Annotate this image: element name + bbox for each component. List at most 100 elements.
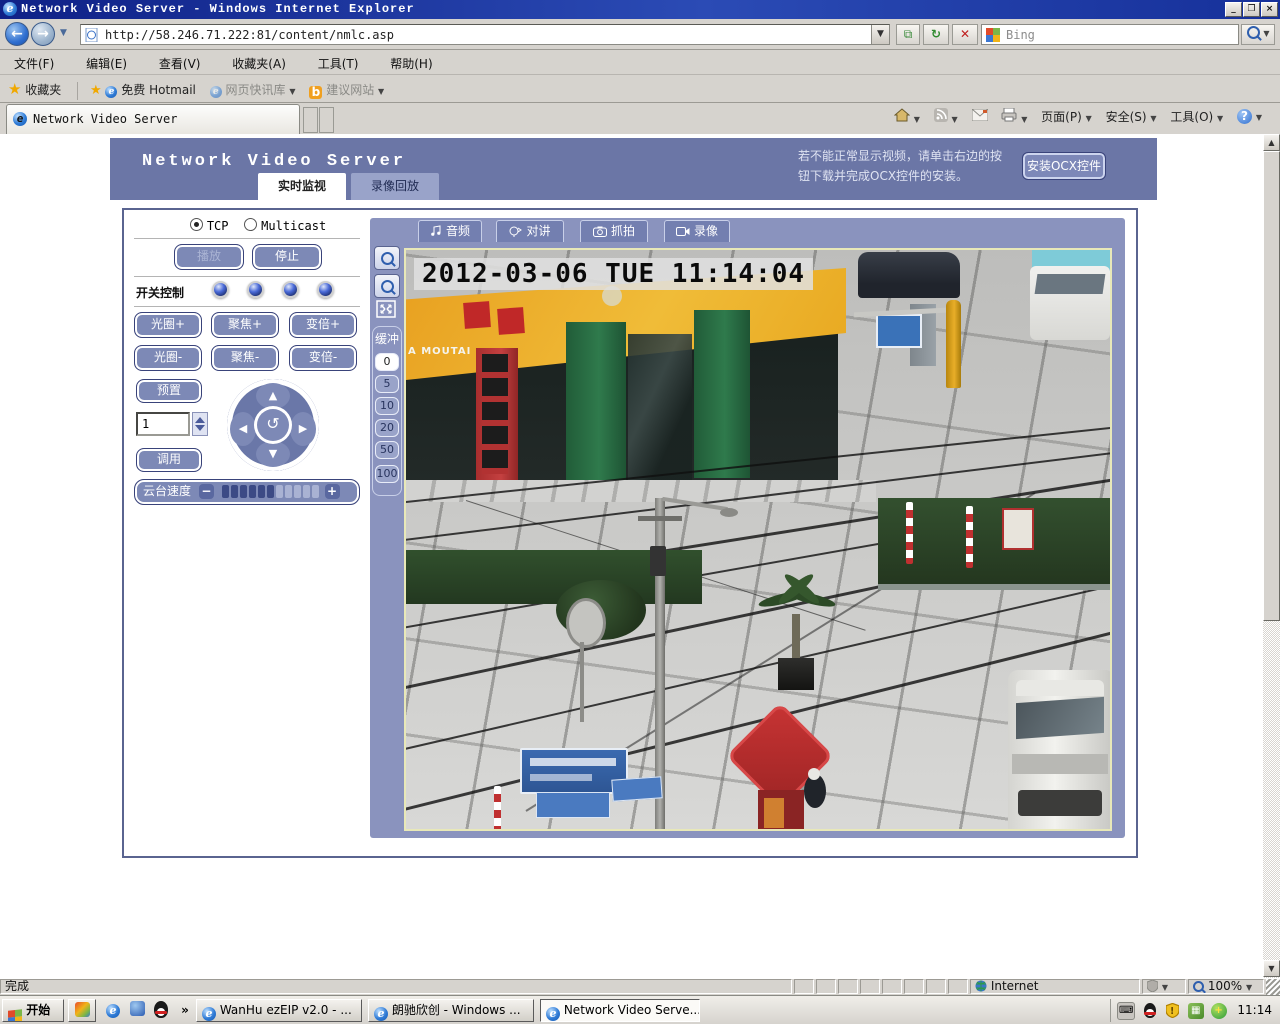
tab-talk[interactable]: 对讲: [496, 220, 564, 242]
tools-menu[interactable]: 工具(O) ▼: [1170, 108, 1223, 125]
back-button[interactable]: ←: [5, 22, 29, 46]
page-menu[interactable]: 页面(P) ▼: [1041, 108, 1092, 125]
focus-minus-button[interactable]: 聚焦-: [211, 345, 279, 371]
refresh-button[interactable]: ↻: [923, 24, 949, 45]
help-button[interactable]: ? ▼: [1237, 109, 1262, 124]
preset-spinner[interactable]: [192, 412, 208, 436]
feeds-button[interactable]: ▼: [934, 108, 958, 125]
tab-playback[interactable]: 录像回放: [351, 173, 439, 200]
tab-live-monitor[interactable]: 实时监视: [258, 173, 346, 200]
menu-file[interactable]: 文件(F): [0, 50, 68, 72]
tab-record[interactable]: 录像: [664, 220, 730, 242]
focus-plus-button[interactable]: 聚焦+: [211, 312, 279, 338]
address-field[interactable]: http://58.246.71.222:81/content/nmlc.asp…: [80, 24, 890, 45]
buffer-50[interactable]: 50: [375, 441, 399, 459]
scroll-up-icon[interactable]: ▲: [1263, 134, 1280, 151]
add-favorite-icon[interactable]: ★: [90, 83, 102, 98]
ptz-up-button[interactable]: ▲: [256, 383, 290, 409]
protected-mode-cell[interactable]: ▼: [1142, 979, 1186, 994]
menu-help[interactable]: 帮助(H): [376, 50, 446, 72]
switch-led-1[interactable]: [212, 281, 229, 298]
safety-menu[interactable]: 安全(S) ▼: [1106, 108, 1157, 125]
suggested-dropdown-icon[interactable]: ▼: [378, 87, 384, 96]
stop-button-ctrl[interactable]: 停止: [252, 244, 322, 270]
menu-favorites[interactable]: 收藏夹(A): [218, 50, 300, 72]
spinner-down-icon[interactable]: [195, 425, 205, 431]
zoom-cell[interactable]: 100% ▼: [1188, 979, 1264, 994]
scroll-thumb[interactable]: [1263, 151, 1280, 621]
quicklaunch-ie-icon[interactable]: e: [104, 1001, 122, 1019]
recent-pages-dropdown-icon[interactable]: ▼: [60, 28, 67, 38]
search-box[interactable]: Bing: [981, 24, 1239, 45]
preset-button[interactable]: 预置: [136, 379, 202, 403]
quicklaunch-overflow-icon[interactable]: »: [176, 1001, 194, 1019]
tray-plus-icon[interactable]: +: [1211, 1003, 1227, 1019]
ptz-down-button[interactable]: ▼: [256, 441, 290, 467]
menu-tools[interactable]: 工具(T): [304, 50, 373, 72]
ptz-left-button[interactable]: ◀: [230, 412, 256, 446]
minimize-button[interactable]: _: [1225, 2, 1242, 17]
compatibility-view-button[interactable]: ⧉: [896, 24, 920, 45]
buffer-20[interactable]: 20: [375, 419, 399, 437]
scroll-down-icon[interactable]: ▼: [1263, 960, 1280, 977]
task-wanhu[interactable]: e WanHu ezEIP v2.0 - ...: [196, 999, 362, 1022]
home-button[interactable]: ▼: [894, 108, 920, 125]
browser-tab[interactable]: e Network Video Server: [6, 104, 300, 134]
play-button[interactable]: 播放: [174, 244, 244, 270]
live-video-frame[interactable]: A MOUTAI: [404, 248, 1112, 831]
task-langchi[interactable]: e 朗驰欣创 - Windows ...: [368, 999, 534, 1022]
favbar-item-hotmail[interactable]: 免费 Hotmail: [121, 83, 196, 97]
new-tab-stub[interactable]: [303, 107, 318, 133]
new-tab-stub2[interactable]: [319, 107, 334, 133]
speed-minus-button[interactable]: −: [199, 484, 214, 499]
buffer-5[interactable]: 5: [375, 375, 399, 393]
start-button[interactable]: 开始: [2, 999, 64, 1022]
zoom-in-tool[interactable]: [374, 274, 400, 298]
fullscreen-tool[interactable]: [376, 300, 398, 320]
tab-snapshot[interactable]: 抓拍: [580, 220, 648, 242]
quicklaunch-media-icon[interactable]: [128, 1001, 146, 1019]
mail-button[interactable]: [972, 109, 988, 124]
multicast-radio[interactable]: [244, 218, 257, 231]
restore-button[interactable]: ❐: [1243, 2, 1260, 17]
favbar-item-suggested[interactable]: 建议网站: [326, 83, 374, 97]
close-button[interactable]: ×: [1261, 2, 1278, 17]
show-desktop-button[interactable]: [68, 999, 96, 1022]
forward-button[interactable]: →: [31, 22, 55, 46]
address-dropdown-icon[interactable]: ▼: [871, 25, 889, 44]
call-button[interactable]: 调用: [136, 448, 202, 472]
tcp-radio[interactable]: [190, 218, 203, 231]
switch-led-3[interactable]: [282, 281, 299, 298]
iris-plus-button[interactable]: 光圈+: [134, 312, 202, 338]
quicklaunch-qq-icon[interactable]: [152, 1001, 170, 1019]
page-scrollbar[interactable]: ▲ ▼: [1263, 134, 1280, 978]
print-button[interactable]: ▼: [1001, 108, 1027, 125]
menu-view[interactable]: 查看(V): [145, 50, 215, 72]
tray-qq-icon[interactable]: [1142, 1003, 1158, 1019]
zoom-plus-button[interactable]: 变倍+: [289, 312, 357, 338]
tray-keyboard-icon[interactable]: ⌨: [1117, 1002, 1135, 1020]
switch-led-4[interactable]: [317, 281, 334, 298]
webslice-dropdown-icon[interactable]: ▼: [289, 87, 295, 96]
zoom-out-tool[interactable]: [374, 246, 400, 270]
tray-green-icon[interactable]: ▦: [1188, 1003, 1204, 1019]
iris-minus-button[interactable]: 光圈-: [134, 345, 202, 371]
search-button[interactable]: ▼: [1241, 24, 1275, 45]
install-ocx-button[interactable]: 安装OCX控件: [1022, 152, 1106, 180]
buffer-100[interactable]: 100: [375, 465, 399, 483]
ptz-auto-button[interactable]: ↺: [257, 409, 289, 441]
stop-button[interactable]: ✕: [952, 24, 978, 45]
tray-shield-icon[interactable]: !: [1165, 1003, 1181, 1019]
speed-plus-button[interactable]: +: [325, 484, 340, 499]
task-nvs[interactable]: e Network Video Serve...: [540, 999, 700, 1022]
favorites-button[interactable]: 收藏夹: [25, 83, 61, 97]
tab-audio[interactable]: 音频: [418, 220, 482, 242]
favbar-item-webslice[interactable]: 网页快讯库: [226, 83, 286, 97]
buffer-0[interactable]: 0: [375, 353, 399, 371]
buffer-10[interactable]: 10: [375, 397, 399, 415]
menu-edit[interactable]: 编辑(E): [72, 50, 141, 72]
switch-led-2[interactable]: [247, 281, 264, 298]
spinner-up-icon[interactable]: [195, 417, 205, 423]
zoom-minus-button[interactable]: 变倍-: [289, 345, 357, 371]
ptz-right-button[interactable]: ▶: [290, 412, 316, 446]
